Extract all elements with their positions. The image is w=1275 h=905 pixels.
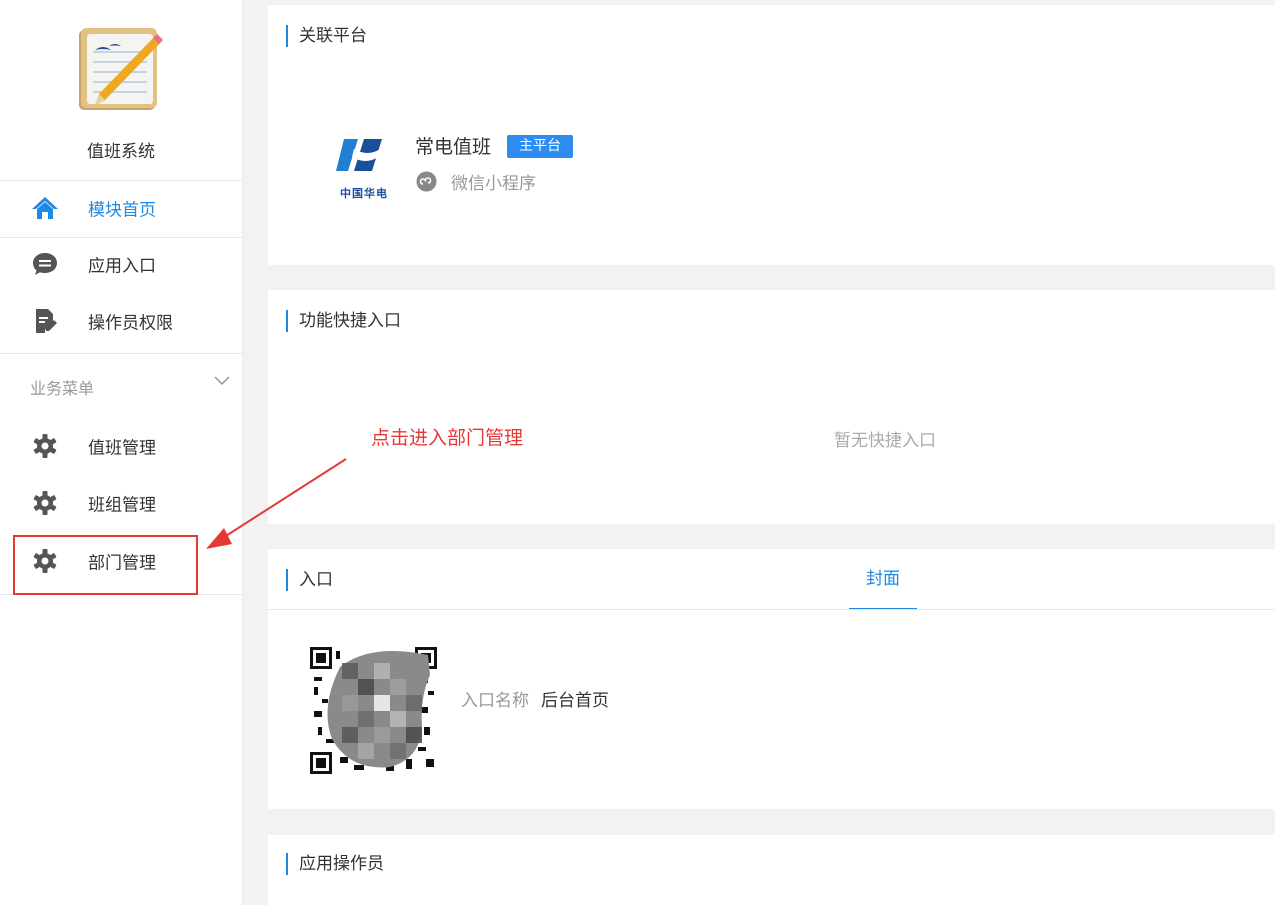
shortcuts-card: 功能快捷入口 暂无快捷入口 [268,290,1275,524]
chat-bubble-icon [33,253,57,275]
platform-logo: 中国华电 [334,137,394,203]
platform-name: 常电值班 [415,136,492,158]
divider [0,353,242,354]
document-edit-icon [36,309,57,333]
sidebar: 值班系统 模块首页 应用入口 操作员权限 业务菜单 值班管理 班组管理 部门管理 [0,0,243,905]
tab-cover[interactable]: 封面 [849,556,917,610]
gear-icon [33,491,57,515]
tab-divider [268,609,1275,610]
card-title: 关联平台 [286,25,367,47]
operators-card: 应用操作员 [268,835,1275,905]
menu-item-label: 班组管理 [88,495,156,516]
sidebar-item-module-home[interactable]: 模块首页 [0,180,242,236]
annotation-text: 点击进入部门管理 [371,427,524,449]
linked-platform-card: 关联平台 中国华电 常电值班 主平台 微信小程序 [268,5,1275,265]
chevron-down-icon[interactable] [212,372,232,390]
qr-code-image [310,647,437,774]
card-title: 功能快捷入口 [286,310,401,332]
card-title: 入口 [286,569,333,591]
entry-card: 入口 封面 入口名称 后台首页 [268,549,1275,809]
sidebar-item-app-entry[interactable]: 应用入口 [0,236,242,292]
home-icon [32,197,58,219]
menu-item-team-management[interactable]: 班组管理 [0,475,242,531]
card-title: 应用操作员 [286,853,384,875]
platform-type: 微信小程序 [451,174,536,194]
annotation-highlight-box [13,535,198,595]
notepad-pencil-icon [79,28,163,110]
empty-shortcuts-text: 暂无快捷入口 [834,431,936,451]
platform-logo-text: 中国华电 [340,187,388,200]
app-name: 值班系统 [87,142,155,162]
huadian-logo-icon [336,139,382,171]
gear-icon [33,434,57,458]
entry-name-value: 后台首页 [541,691,609,711]
menu-item-label: 值班管理 [88,438,156,459]
mini-program-icon [416,171,437,192]
sidebar-item-operator-permissions[interactable]: 操作员权限 [0,293,242,349]
sidebar-item-label: 操作员权限 [88,313,173,334]
main-platform-badge: 主平台 [507,135,573,158]
entry-name-label: 入口名称 [461,691,529,711]
sidebar-item-label: 应用入口 [88,256,156,277]
menu-item-duty-management[interactable]: 值班管理 [0,418,242,474]
sidebar-item-label: 模块首页 [88,200,156,221]
section-title-business-menu: 业务菜单 [30,379,95,398]
